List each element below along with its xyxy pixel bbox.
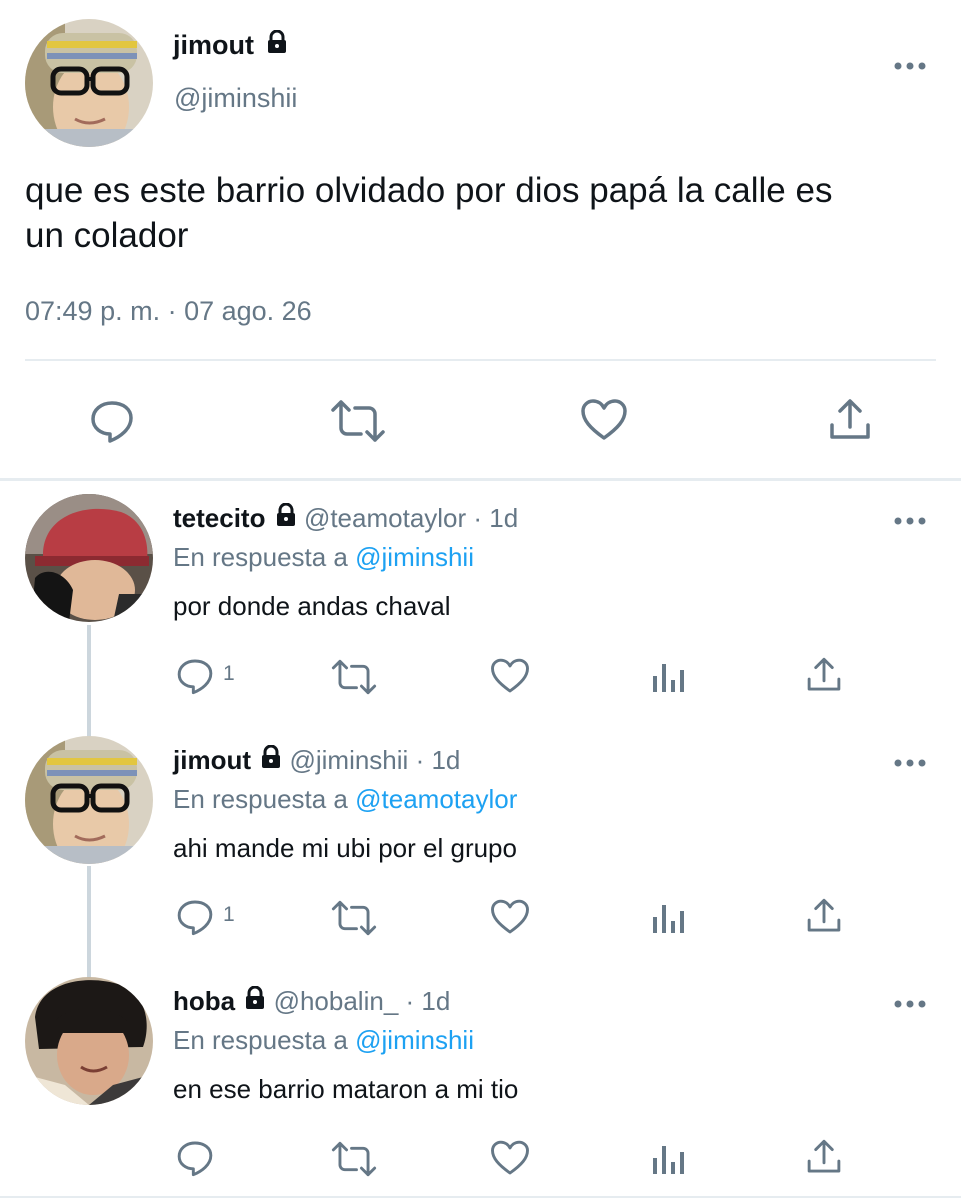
tweet-time[interactable]: · 1d — [406, 986, 451, 1016]
handle[interactable]: @teamotaylor — [304, 503, 466, 533]
avatar[interactable] — [25, 977, 153, 1105]
more-icon[interactable] — [893, 513, 927, 531]
reply-context: En respuesta a @jiminshii — [173, 1025, 474, 1056]
lock-icon — [242, 985, 266, 1017]
like-icon[interactable] — [490, 657, 530, 700]
divider — [0, 478, 961, 481]
tweet-text: que es este barrio olvidado por dios pap… — [25, 168, 935, 258]
reply-count: 1 — [223, 903, 235, 926]
tweet-time[interactable]: · 1d — [416, 745, 461, 775]
reply-prefix: En respuesta a — [173, 784, 348, 814]
lock-icon — [273, 502, 297, 534]
share-icon[interactable] — [805, 897, 843, 940]
display-name[interactable]: jimout — [173, 745, 251, 775]
avatar[interactable] — [25, 494, 153, 622]
analytics-icon[interactable] — [651, 1140, 685, 1181]
handle[interactable]: @jiminshii — [174, 83, 297, 114]
more-icon[interactable] — [893, 58, 927, 76]
divider — [25, 359, 936, 361]
avatar[interactable] — [25, 736, 153, 864]
tweet-text: en ese barrio mataron a mi tio — [173, 1074, 519, 1104]
display-name[interactable]: tetecito — [173, 503, 265, 533]
more-icon[interactable] — [893, 755, 927, 773]
display-name[interactable]: jimout — [173, 30, 254, 60]
reply-context: En respuesta a @jiminshii — [173, 542, 474, 573]
reply-icon[interactable] — [175, 656, 215, 701]
retweet-icon[interactable] — [330, 1140, 378, 1183]
handle[interactable]: @hobalin_ — [274, 986, 399, 1016]
reply-icon[interactable] — [175, 1138, 215, 1183]
author-row: tetecito @teamotaylor · 1d — [173, 502, 518, 534]
reply-icon[interactable] — [175, 897, 215, 942]
author-row: jimout — [173, 29, 288, 61]
share-icon[interactable] — [805, 656, 843, 699]
tweet-text-line: un colador — [25, 216, 189, 255]
thread-line — [87, 625, 91, 738]
reply-prefix: En respuesta a — [173, 542, 348, 572]
tweet-time[interactable]: · 1d — [473, 503, 518, 533]
analytics-icon[interactable] — [651, 658, 685, 699]
tweet-text: ahi mande mi ubi por el grupo — [173, 833, 517, 863]
reply-prefix: En respuesta a — [173, 1025, 348, 1055]
reply-icon[interactable] — [88, 397, 136, 450]
thread-line — [87, 866, 91, 979]
handle[interactable]: @jiminshii — [289, 745, 408, 775]
retweet-icon[interactable] — [330, 899, 378, 942]
lock-icon — [258, 744, 282, 776]
tweet-text-line: que es este barrio olvidado por dios pap… — [25, 171, 833, 210]
like-icon[interactable] — [490, 1139, 530, 1182]
reply-count: 1 — [223, 662, 235, 685]
share-icon[interactable] — [827, 397, 873, 448]
display-name[interactable]: hoba — [173, 986, 235, 1016]
retweet-icon[interactable] — [330, 658, 378, 701]
author-row: hoba @hobalin_ · 1d — [173, 985, 451, 1017]
reply-context: En respuesta a @teamotaylor — [173, 784, 517, 815]
timestamp[interactable]: 07:49 p. m. · 07 ago. 26 — [25, 296, 312, 327]
mention-link[interactable]: @teamotaylor — [355, 784, 517, 814]
analytics-icon[interactable] — [651, 899, 685, 940]
mention-link[interactable]: @jiminshii — [355, 542, 474, 572]
more-icon[interactable] — [893, 996, 927, 1014]
mention-link[interactable]: @jiminshii — [355, 1025, 474, 1055]
share-icon[interactable] — [805, 1138, 843, 1181]
like-icon[interactable] — [490, 898, 530, 941]
author-row: jimout @jiminshii · 1d — [173, 744, 461, 776]
like-icon[interactable] — [580, 398, 628, 447]
divider — [0, 1196, 961, 1198]
avatar[interactable] — [25, 19, 153, 147]
retweet-icon[interactable] — [329, 398, 387, 449]
tweet-text: por donde andas chaval — [173, 591, 451, 621]
lock-icon — [262, 29, 288, 61]
